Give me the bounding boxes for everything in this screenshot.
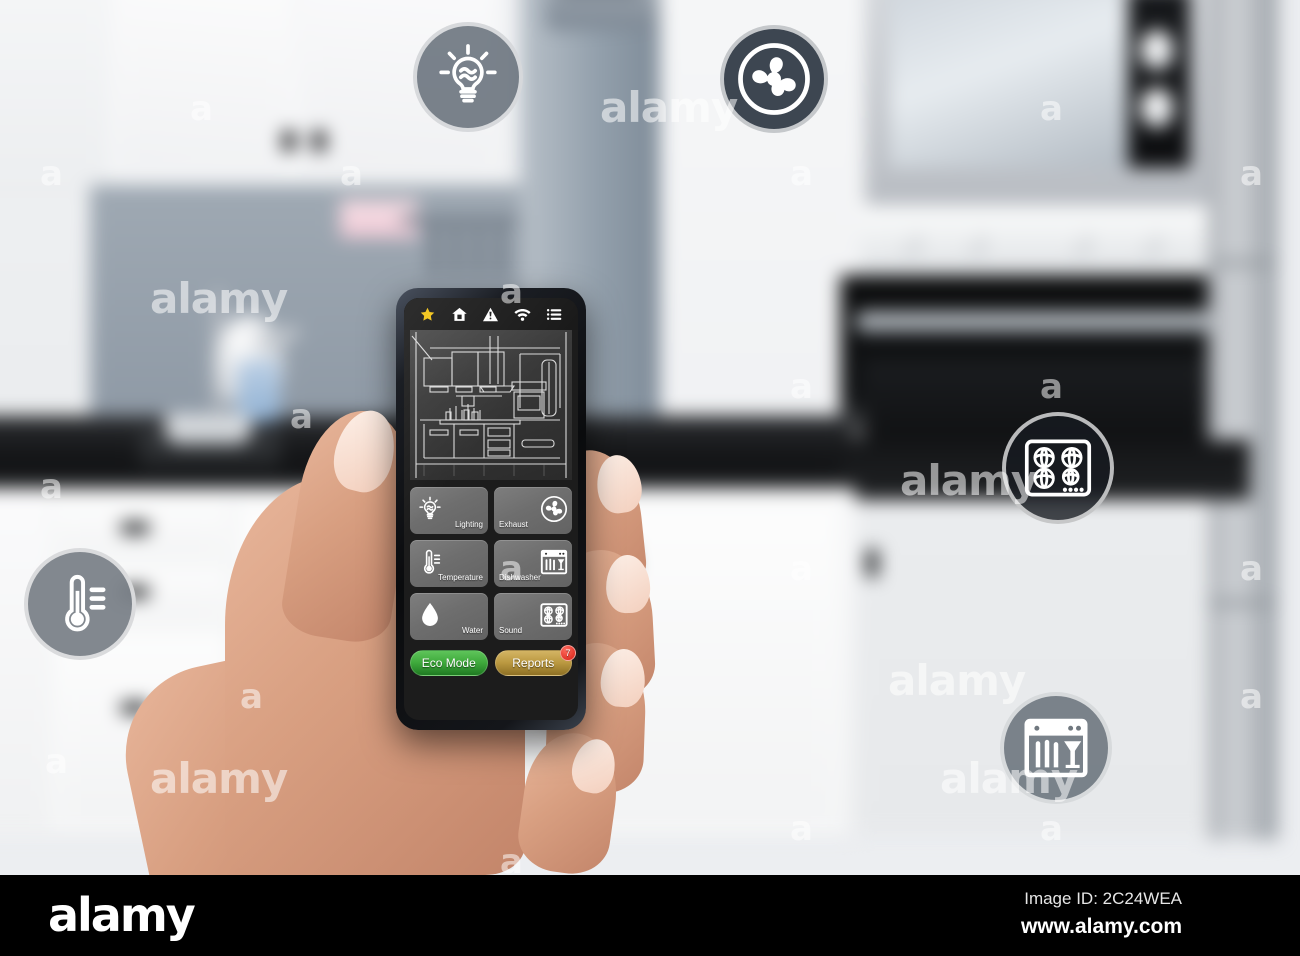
utensil xyxy=(430,222,438,277)
floating-lightbulb-icon[interactable] xyxy=(413,22,523,132)
eco-mode-button[interactable]: Eco Mode xyxy=(410,650,488,676)
fridge-seam xyxy=(1208,260,1278,266)
control-tile-grid: Lighting Exhaust Temperature Dishwasher … xyxy=(410,487,572,640)
utensil xyxy=(496,222,504,277)
floating-cooktop-icon[interactable] xyxy=(1002,412,1114,524)
screenshot-root: Lighting Exhaust Temperature Dishwasher … xyxy=(0,0,1300,956)
tile-exhaust[interactable]: Exhaust xyxy=(494,487,572,534)
utensil xyxy=(452,222,460,277)
oven-knob xyxy=(1070,232,1092,254)
thermometer-icon xyxy=(65,574,106,632)
tile-sound[interactable]: Sound xyxy=(494,593,572,640)
fan-icon xyxy=(540,495,568,523)
action-buttons: Eco Mode Reports 7 xyxy=(410,645,576,676)
water-drop-icon xyxy=(422,603,438,626)
reports-label: Reports xyxy=(512,656,555,670)
microwave-light xyxy=(1140,88,1174,128)
microwave-panel xyxy=(1128,0,1190,168)
background-kitchen-photo: Lighting Exhaust Temperature Dishwasher … xyxy=(0,0,1300,875)
floating-fan-icon[interactable] xyxy=(720,25,828,133)
oven-knob xyxy=(900,232,922,254)
microwave-light xyxy=(1140,30,1174,70)
reports-button[interactable]: Reports 7 xyxy=(494,645,576,676)
fan-icon xyxy=(738,43,810,115)
wifi-icon[interactable] xyxy=(514,306,531,323)
tile-lighting[interactable]: Lighting xyxy=(410,487,488,534)
image-id-text: Image ID: 2C24WEA xyxy=(1024,889,1182,908)
oven-handle xyxy=(855,312,1235,332)
floating-dishwasher-icon[interactable] xyxy=(1000,692,1112,804)
favorites-icon[interactable] xyxy=(419,306,436,323)
fridge-seam xyxy=(1208,600,1278,606)
tile-temperature[interactable]: Temperature xyxy=(410,540,488,587)
tile-dishwasher[interactable]: Dishwasher xyxy=(494,540,572,587)
menu-icon[interactable] xyxy=(546,306,563,323)
app-topbar xyxy=(404,298,578,330)
upper-cabinet-a xyxy=(110,0,295,180)
alamy-logo: alamy xyxy=(48,888,196,942)
reports-badge: 7 xyxy=(560,645,576,661)
cabinet-knob xyxy=(282,130,296,152)
fridge-column xyxy=(1208,0,1278,840)
thermometer-icon xyxy=(424,549,441,574)
cooktop-icon xyxy=(540,603,568,627)
kitchen-blueprint xyxy=(410,330,572,480)
lightbulb-icon xyxy=(439,44,497,103)
cooktop-icon xyxy=(1024,439,1092,497)
floating-thermometer-icon[interactable] xyxy=(24,548,136,660)
cabinet-knob xyxy=(312,130,326,152)
eco-mode-label: Eco Mode xyxy=(421,656,476,670)
oven-knob xyxy=(1140,232,1162,254)
website-text: www.alamy.com xyxy=(1020,915,1182,938)
alamy-footer-bar: alamy Image ID: 2C24WEA www.alamy.com xyxy=(0,875,1300,956)
utensil xyxy=(474,222,482,277)
home-icon[interactable] xyxy=(451,306,468,323)
alerts-icon[interactable] xyxy=(482,306,499,323)
cabinet-knob xyxy=(866,548,878,578)
phone-screen[interactable]: Lighting Exhaust Temperature Dishwasher … xyxy=(404,298,578,720)
lightbulb-icon xyxy=(419,496,441,520)
oven-knob xyxy=(965,232,987,254)
tile-water[interactable]: Water xyxy=(410,593,488,640)
dishwasher-icon xyxy=(540,549,568,575)
smartphone[interactable]: Lighting Exhaust Temperature Dishwasher … xyxy=(396,288,586,730)
dishwasher-icon xyxy=(1024,718,1088,778)
range-hood xyxy=(545,0,660,30)
